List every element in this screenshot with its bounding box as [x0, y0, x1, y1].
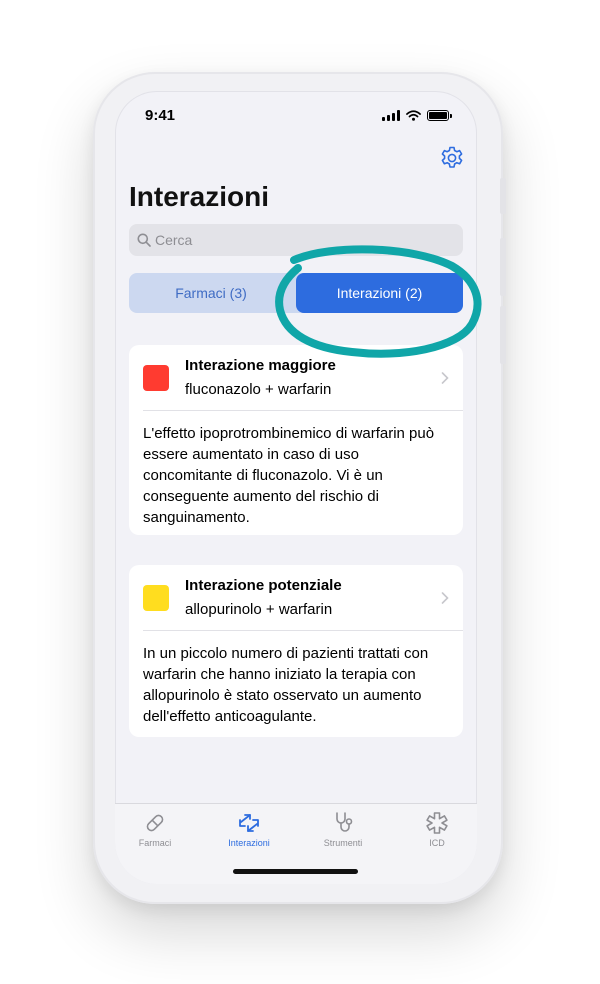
cellular-signal-icon [382, 110, 400, 121]
card-divider [143, 630, 463, 631]
tab-strumenti[interactable]: Strumenti [303, 810, 383, 848]
pill-icon [146, 814, 164, 832]
interaction-card: Interazione potenziale allopurinolo + wa… [129, 565, 463, 737]
volume-down-button [500, 306, 506, 364]
tab-icd[interactable]: ICD [397, 810, 477, 848]
tab-farmaci[interactable]: Farmaci [115, 810, 195, 848]
status-time: 9:41 [145, 107, 176, 124]
tab-label: ICD [429, 838, 445, 848]
app-screen: 9:41 Interazioni Farmaci (3) Interazioni… [115, 91, 477, 884]
status-icons [382, 110, 452, 121]
severity-indicator-potential [143, 585, 169, 611]
segment-interazioni[interactable]: Interazioni (2) [296, 273, 463, 313]
interaction-title: Interazione potenziale [185, 577, 342, 594]
segment-farmaci[interactable]: Farmaci (3) [129, 273, 293, 313]
search-input[interactable] [155, 232, 445, 248]
interaction-title: Interazione maggiore [185, 357, 336, 374]
interaction-drugs: fluconazolo + warfarin [185, 381, 332, 398]
interaction-card-header[interactable]: Interazione potenziale allopurinolo + wa… [129, 565, 463, 630]
stethoscope-icon [336, 812, 353, 832]
segmented-control: Farmaci (3) Interazioni (2) [129, 273, 463, 313]
tab-label: Strumenti [323, 838, 363, 848]
silent-switch [500, 178, 506, 214]
interaction-card-header[interactable]: Interazione maggiore fluconazolo + warfa… [129, 345, 463, 410]
search-bar[interactable] [129, 224, 463, 256]
interaction-description: L'effetto ipoprotrombinemico di warfarin… [143, 425, 435, 526]
chevron-right-icon [441, 592, 449, 604]
gear-icon[interactable] [439, 145, 465, 171]
chevron-right-icon [441, 372, 449, 384]
tab-interazioni[interactable]: Interazioni [209, 810, 289, 848]
battery-icon [427, 110, 452, 121]
tab-label: Farmaci [138, 838, 172, 848]
interaction-drugs: allopurinolo + warfarin [185, 601, 333, 618]
medical-symbol-icon [426, 812, 448, 834]
home-indicator [233, 869, 358, 874]
page-title: Interazioni [129, 181, 270, 212]
card-divider [143, 410, 463, 411]
wifi-icon [406, 110, 421, 121]
severity-indicator-major [143, 365, 169, 391]
tab-label: Interazioni [228, 838, 270, 848]
interactions-arrows-icon [239, 814, 259, 832]
search-icon [137, 233, 151, 247]
volume-up-button [500, 238, 506, 296]
interaction-card: Interazione maggiore fluconazolo + warfa… [129, 345, 463, 535]
interaction-description: In un piccolo numero di pazienti trattat… [143, 645, 429, 725]
